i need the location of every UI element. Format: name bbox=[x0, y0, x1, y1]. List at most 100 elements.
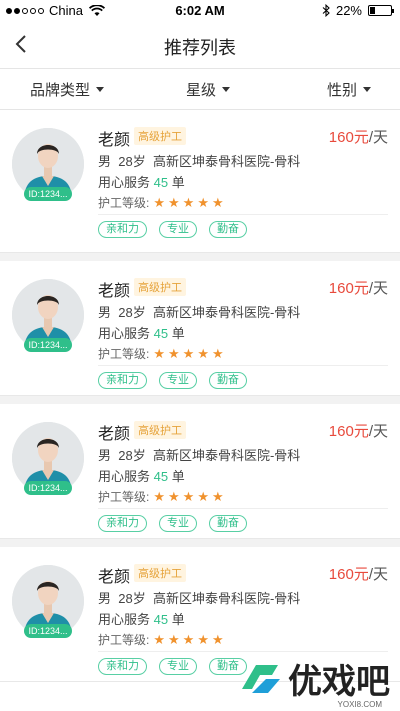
watermark-text: 优戏吧 bbox=[288, 663, 390, 701]
service-count-value: 45 bbox=[153, 469, 169, 484]
chevron-down-icon bbox=[363, 87, 372, 92]
hospital: 高新区坤泰骨科医院-骨科 bbox=[152, 591, 301, 606]
price-unit: /天 bbox=[368, 566, 388, 583]
service-count-value: 45 bbox=[153, 612, 169, 627]
filter-bar: 品牌类型 星级 性别 bbox=[0, 68, 400, 110]
price-unit: /天 bbox=[368, 423, 388, 440]
age: 28岁 bbox=[118, 591, 146, 606]
star-icon: ★ bbox=[182, 195, 195, 210]
trait-tag: 专业 bbox=[159, 658, 197, 675]
filter-star-level[interactable]: 星级 bbox=[186, 79, 231, 100]
service-count: 用心服务 45 单 bbox=[98, 172, 185, 191]
caregiver-level: 护工等级: ★ ★ ★ ★ ★ bbox=[98, 194, 224, 211]
trait-tags: 亲和力 专业 勤奋 bbox=[98, 658, 247, 675]
star-icon: ★ bbox=[182, 489, 195, 504]
age: 28岁 bbox=[118, 305, 146, 320]
level-badge: 高级护工 bbox=[134, 127, 186, 145]
filter-brand-type-label: 品牌类型 bbox=[30, 82, 91, 99]
service-suffix: 单 bbox=[171, 326, 185, 341]
service-count-value: 45 bbox=[153, 175, 169, 190]
trait-tag: 勤奋 bbox=[209, 515, 247, 532]
trait-tags: 亲和力 专业 勤奋 bbox=[98, 372, 247, 389]
caregiver-card[interactable]: ID:1234... 老颜 高级护工 160元/天 男 28岁 高新区坤泰骨科医… bbox=[0, 253, 400, 396]
nav-bar: 推荐列表 bbox=[0, 22, 400, 68]
level-label: 护工等级: bbox=[98, 633, 150, 647]
watermark-subtext: YOXI8.COM bbox=[337, 700, 382, 709]
caregiver-level: 护工等级: ★ ★ ★ ★ ★ bbox=[98, 345, 224, 362]
caregiver-name: 老颜 bbox=[98, 426, 131, 443]
star-icon: ★ bbox=[182, 346, 195, 361]
gender: 男 bbox=[98, 154, 112, 169]
trait-tag: 亲和力 bbox=[98, 372, 147, 389]
caregiver-name: 老颜 bbox=[98, 132, 131, 149]
service-prefix: 用心服务 bbox=[98, 469, 151, 484]
star-icon: ★ bbox=[211, 632, 224, 647]
price: 160元/天 bbox=[329, 563, 388, 584]
caregiver-info: 男 28岁 高新区坤泰骨科医院-骨科 bbox=[98, 151, 300, 170]
star-icon: ★ bbox=[197, 195, 209, 210]
age: 28岁 bbox=[118, 448, 146, 463]
chevron-down-icon bbox=[96, 87, 105, 92]
service-count: 用心服务 45 单 bbox=[98, 323, 185, 342]
gender: 男 bbox=[98, 448, 112, 463]
bluetooth-icon bbox=[322, 4, 330, 17]
price: 160元/天 bbox=[329, 277, 388, 298]
divider bbox=[98, 651, 388, 652]
service-count: 用心服务 45 单 bbox=[98, 466, 185, 485]
caregiver-name: 老颜 bbox=[98, 283, 131, 300]
star-icon: ★ bbox=[211, 489, 224, 504]
divider bbox=[98, 214, 388, 215]
price-value: 160元 bbox=[328, 129, 369, 146]
divider bbox=[98, 508, 388, 509]
trait-tag: 勤奋 bbox=[209, 221, 247, 238]
filter-star-level-label: 星级 bbox=[186, 82, 217, 99]
battery-icon bbox=[368, 5, 394, 16]
caregiver-level: 护工等级: ★ ★ ★ ★ ★ bbox=[98, 631, 224, 648]
star-icon: ★ bbox=[197, 346, 209, 361]
filter-gender-label: 性别 bbox=[327, 82, 358, 99]
caregiver-card[interactable]: ID:1234... 老颜 高级护工 160元/天 男 28岁 高新区坤泰骨科医… bbox=[0, 396, 400, 539]
id-badge: ID:1234... bbox=[24, 338, 72, 352]
trait-tag: 专业 bbox=[159, 515, 197, 532]
level-badge: 高级护工 bbox=[134, 564, 186, 582]
status-bar: China 6:02 AM 22% bbox=[0, 0, 400, 22]
star-icon: ★ bbox=[153, 346, 165, 361]
status-right: 22% bbox=[322, 3, 394, 18]
service-prefix: 用心服务 bbox=[98, 612, 151, 627]
star-icon: ★ bbox=[168, 346, 180, 361]
hospital: 高新区坤泰骨科医院-骨科 bbox=[152, 154, 301, 169]
id-badge: ID:1234... bbox=[24, 624, 72, 638]
rating-stars: ★ ★ ★ ★ ★ bbox=[153, 347, 223, 360]
trait-tag: 亲和力 bbox=[98, 221, 147, 238]
service-suffix: 单 bbox=[171, 175, 185, 190]
star-icon: ★ bbox=[211, 195, 224, 210]
service-count-value: 45 bbox=[153, 326, 169, 341]
trait-tag: 亲和力 bbox=[98, 515, 147, 532]
level-badge: 高级护工 bbox=[134, 421, 186, 439]
level-badge: 高级护工 bbox=[134, 278, 186, 296]
star-icon: ★ bbox=[153, 632, 165, 647]
filter-brand-type[interactable]: 品牌类型 bbox=[30, 79, 105, 100]
age: 28岁 bbox=[118, 154, 146, 169]
rating-stars: ★ ★ ★ ★ ★ bbox=[153, 633, 223, 646]
id-badge: ID:1234... bbox=[24, 187, 72, 201]
filter-gender[interactable]: 性别 bbox=[327, 79, 372, 100]
caregiver-info: 男 28岁 高新区坤泰骨科医院-骨科 bbox=[98, 445, 300, 464]
price-value: 160元 bbox=[328, 566, 369, 583]
trait-tags: 亲和力 专业 勤奋 bbox=[98, 515, 247, 532]
trait-tag: 勤奋 bbox=[209, 372, 247, 389]
page-title: 推荐列表 bbox=[164, 38, 236, 58]
caregiver-level: 护工等级: ★ ★ ★ ★ ★ bbox=[98, 488, 224, 505]
star-icon: ★ bbox=[153, 489, 165, 504]
caregiver-info: 男 28岁 高新区坤泰骨科医院-骨科 bbox=[98, 588, 300, 607]
caregiver-card[interactable]: ID:1234... 老颜 高级护工 160元/天 男 28岁 高新区坤泰骨科医… bbox=[0, 110, 400, 253]
star-icon: ★ bbox=[211, 346, 224, 361]
level-label: 护工等级: bbox=[98, 347, 150, 361]
price-unit: /天 bbox=[368, 129, 388, 146]
trait-tags: 亲和力 专业 勤奋 bbox=[98, 221, 247, 238]
service-suffix: 单 bbox=[171, 612, 185, 627]
rating-stars: ★ ★ ★ ★ ★ bbox=[153, 196, 223, 209]
star-icon: ★ bbox=[168, 489, 180, 504]
chevron-down-icon bbox=[222, 87, 231, 92]
star-icon: ★ bbox=[197, 632, 209, 647]
